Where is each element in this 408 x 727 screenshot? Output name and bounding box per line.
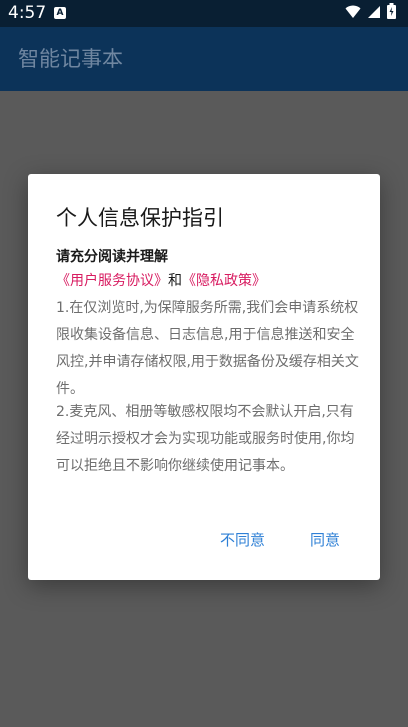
wifi-icon (345, 4, 361, 23)
status-icons (345, 3, 396, 23)
agreement-links: 《用户服务协议》和《隐私政策》 (56, 271, 266, 291)
disagree-button[interactable]: 不同意 (220, 530, 265, 550)
user-agreement-link[interactable]: 《用户服务协议》 (56, 273, 168, 289)
status-time: 4:57 (8, 3, 47, 23)
notification-badge: A (54, 7, 66, 19)
signal-icon (367, 4, 381, 23)
app-bar: 智能记事本 (0, 27, 408, 91)
links-connector: 和 (168, 273, 182, 289)
dialog-title: 个人信息保护指引 (56, 206, 224, 230)
privacy-dialog: 个人信息保护指引 请充分阅读并理解 《用户服务协议》和《隐私政策》 1.在仅浏览… (28, 174, 380, 580)
privacy-policy-link[interactable]: 《隐私政策》 (182, 273, 266, 289)
agree-button[interactable]: 同意 (310, 530, 340, 550)
battery-icon (387, 3, 396, 23)
dialog-paragraph-2: 2.麦克风、相册等敏感权限均不会默认开启,只有经过明示授权才会为实现功能或服务时… (56, 404, 355, 474)
status-bar: 4:57 A (0, 0, 408, 27)
dialog-paragraph-1: 1.在仅浏览时,为保障服务所需,我们会申请系统权限收集设备信息、日志信息,用于信… (56, 300, 359, 397)
app-title: 智能记事本 (18, 47, 123, 71)
dialog-subtitle: 请充分阅读并理解 (56, 249, 168, 265)
